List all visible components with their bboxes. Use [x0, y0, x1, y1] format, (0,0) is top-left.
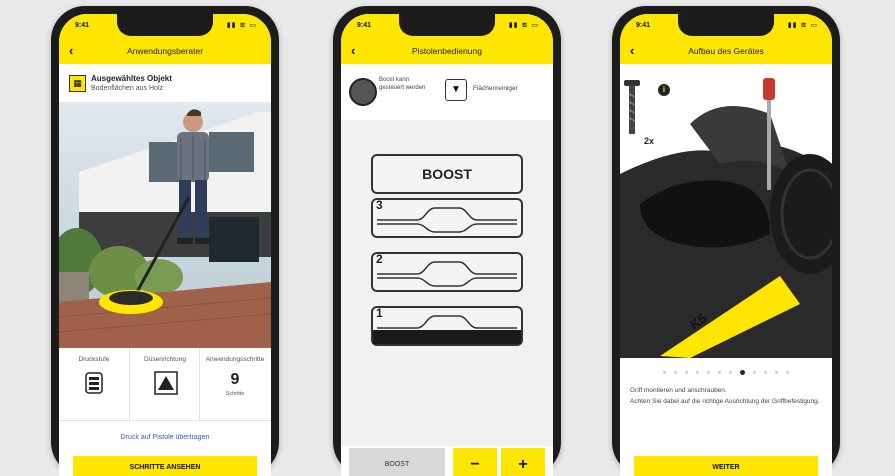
- level-number: 3: [376, 198, 383, 212]
- pagination-dot[interactable]: [663, 371, 666, 375]
- decrease-pressure-button[interactable]: −: [453, 448, 497, 476]
- phone-screen: 9:41 ▮▮ ≋ ▭ ‹ Pistolenbedienung Boost ka…: [341, 14, 553, 476]
- slide-pagination[interactable]: [620, 364, 832, 376]
- phone-mockup-application-advisor: 9:41 ▮▮ ≋ ▭ ‹ Anwendungsberater ▦ Ausgew…: [51, 6, 279, 476]
- steps-count: 9: [230, 371, 240, 388]
- nav-bar: ‹ Pistolenbedienung: [341, 38, 553, 65]
- back-arrow-icon[interactable]: ‹: [630, 43, 634, 58]
- status-icons: ▮▮ ≋ ▭: [787, 22, 818, 29]
- pagination-dot[interactable]: [775, 371, 778, 375]
- param-label: Düsenrichtung: [144, 356, 186, 363]
- selected-object-subtitle: Bodenflächen aus Holz: [91, 85, 163, 92]
- surface-cleaner-icon: ▼: [445, 79, 467, 101]
- floor-object-icon: ▦: [69, 75, 86, 92]
- status-icons: ▮▮ ≋ ▭: [508, 22, 539, 29]
- status-time: 9:41: [636, 22, 651, 29]
- phone-screen: 9:41 ▮▮ ≋ ▭ ‹ Anwendungsberater ▦ Ausgew…: [59, 14, 271, 476]
- param-application-steps: Anwendungsschritte 9 Schritte: [199, 348, 270, 420]
- pagination-dot[interactable]: [753, 371, 756, 375]
- boost-level[interactable]: BOOST: [371, 154, 523, 194]
- nav-bar: ‹ Aufbau des Gerätes: [620, 38, 832, 65]
- pagination-dot[interactable]: [786, 371, 789, 375]
- pagination-dot[interactable]: [729, 371, 732, 375]
- pagination-dot[interactable]: [696, 371, 699, 375]
- pressure-gun-icon: [83, 371, 105, 394]
- pagination-dot[interactable]: [685, 371, 688, 375]
- phone-notch: [399, 14, 495, 36]
- page-title: Pistolenbedienung: [412, 46, 482, 56]
- pressure-dial-icon: [349, 78, 377, 106]
- param-label: Anwendungsschritte: [205, 356, 265, 363]
- pagination-dot[interactable]: [718, 371, 721, 375]
- phone-notch: [117, 14, 213, 36]
- assembly-illustration: 2x i K5: [620, 64, 832, 358]
- view-steps-button[interactable]: SCHRITTE ANSEHEN: [73, 456, 257, 476]
- cleaning-parameters: Druckstufe Düsenrichtung Anwendungsschri…: [59, 348, 271, 421]
- surface-cleaner-label: Flächenreiniger: [473, 85, 518, 92]
- back-arrow-icon[interactable]: ‹: [351, 43, 355, 58]
- back-arrow-icon[interactable]: ‹: [69, 43, 73, 58]
- nav-bar: ‹ Anwendungsberater: [59, 38, 271, 65]
- pressure-level-1[interactable]: 1: [371, 306, 523, 346]
- selected-object-title: Ausgewähltes Objekt: [91, 74, 172, 83]
- phone-screen: 9:41 ▮▮ ≋ ▭ ‹ Aufbau des Gerätes 2x i K5…: [620, 14, 832, 476]
- pagination-dot[interactable]: [740, 370, 745, 376]
- boost-button[interactable]: BOOST: [349, 448, 445, 476]
- param-pressure-level: Druckstufe: [59, 348, 129, 420]
- steps-unit: Schritte: [225, 391, 245, 397]
- pressure-level-3[interactable]: 3: [371, 198, 523, 238]
- page-title: Aufbau des Gerätes: [688, 46, 764, 56]
- pressure-levels-panel: BOOST 3 2 1: [341, 120, 553, 446]
- param-label: Druckstufe: [78, 356, 110, 363]
- pagination-dot[interactable]: [674, 371, 677, 375]
- increase-pressure-button[interactable]: +: [501, 448, 545, 476]
- status-icons: ▮▮ ≋ ▭: [226, 22, 257, 29]
- phone-notch: [678, 14, 774, 36]
- pagination-dot[interactable]: [764, 371, 767, 375]
- selected-object-panel[interactable]: ▦ Ausgewähltes Objekt Bodenflächen aus H…: [59, 64, 271, 103]
- status-time: 9:41: [75, 22, 90, 29]
- pagination-dot[interactable]: [707, 371, 710, 375]
- level-number: 2: [376, 252, 383, 266]
- instruction-line-1: Griff montieren und anschrauben.: [630, 387, 727, 394]
- gun-info-header: Boost kann gesteuert werden ▼ Flächenrei…: [341, 64, 553, 121]
- boost-info-text: Boost kann gesteuert werden: [379, 77, 426, 91]
- level-number: 1: [376, 306, 383, 320]
- patio-cleaning-photo: [59, 102, 271, 348]
- phone-mockup-gun-control: 9:41 ▮▮ ≋ ▭ ‹ Pistolenbedienung Boost ka…: [333, 6, 561, 476]
- phone-mockup-device-assembly: 9:41 ▮▮ ≋ ▭ ‹ Aufbau des Gerätes 2x i K5…: [612, 6, 840, 476]
- page-title: Anwendungsberater: [126, 46, 204, 56]
- param-nozzle-direction: Düsenrichtung: [129, 348, 200, 420]
- status-time: 9:41: [357, 22, 372, 29]
- next-button[interactable]: WEITER: [634, 456, 818, 476]
- assembly-instructions: Griff montieren und anschrauben. Achten …: [630, 386, 822, 408]
- pressure-level-2[interactable]: 2: [371, 252, 523, 292]
- gun-control-bar: BOOST − +: [341, 446, 553, 476]
- transfer-pressure-link[interactable]: Druck auf Pistole übertragen: [59, 434, 271, 441]
- screw-count-label: 2x: [644, 136, 655, 146]
- nozzle-spray-icon: [154, 371, 178, 395]
- info-icon[interactable]: i: [658, 84, 670, 96]
- instruction-line-2: Achten Sie dabei auf die richtige Ausric…: [630, 398, 820, 405]
